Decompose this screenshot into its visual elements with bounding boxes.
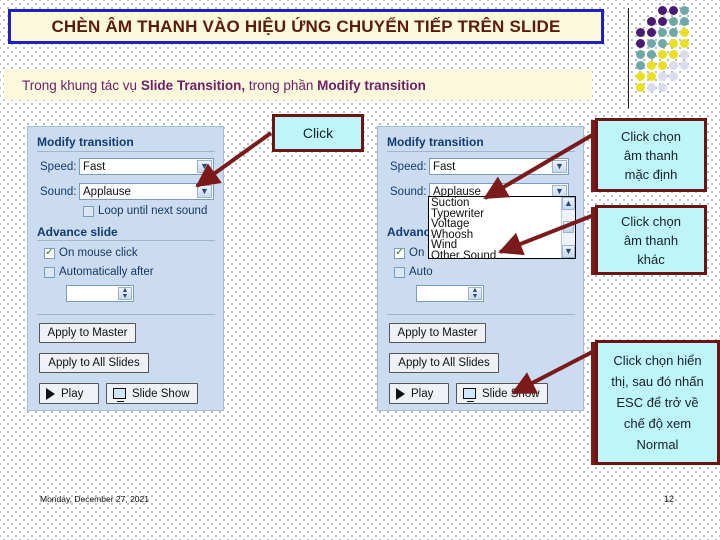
callout-default-sound-text: Click chọn âm thanh mặc định [621,128,681,182]
arrow-slide-show [511,348,597,395]
callout-default-sound: Click chọn âm thanh mặc định [595,118,707,192]
callout-slide-show: Click chọn hiển thị, sau đó nhấn ESC để tr… [595,340,720,465]
slide-canvas: CHÈN ÂM THANH VÀO HIỆU ỨNG CHUYỂN TIẾP T… [0,0,720,540]
arrow-default-sound [483,132,596,200]
callout-other-sound: Click chọn âm thanh khác [595,205,707,275]
arrow-other-sound [498,213,595,256]
arrow-click-to-sound [195,131,273,188]
callout-other-sound-text: Click chọn âm thanh khác [621,213,681,267]
callout-click: Click [272,114,364,152]
callout-slide-show-text: Click chọn hiển thị, sau đó nhấn ESC để tr… [611,353,704,452]
